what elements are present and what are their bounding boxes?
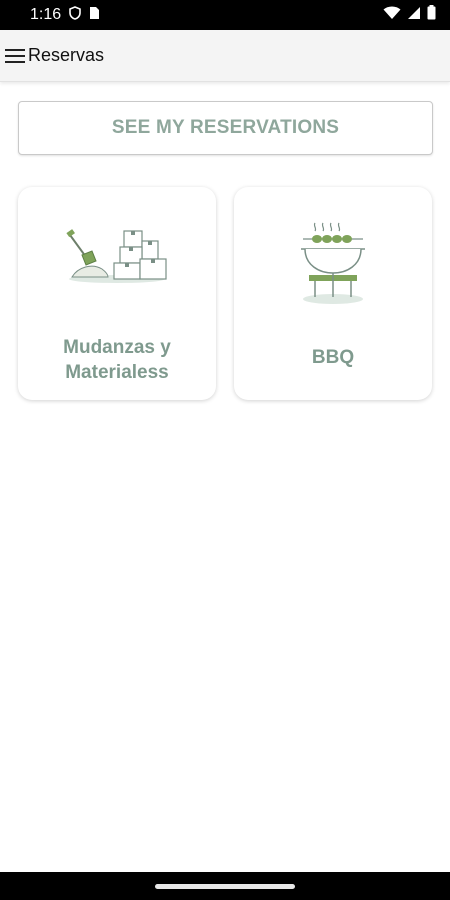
card-label: Mudanzas y Materialess: [63, 337, 171, 383]
shield-icon: [69, 5, 81, 25]
card-mudanzas[interactable]: Mudanzas y Materialess: [18, 187, 216, 400]
moving-boxes-shovel-icon: [18, 217, 216, 287]
app-bar: Reservas: [0, 30, 450, 82]
see-my-reservations-button[interactable]: SEE MY RESERVATIONS: [18, 101, 433, 155]
navigation-bar: [0, 872, 450, 900]
page-title: Reservas: [28, 45, 105, 65]
status-time: 1:16: [30, 6, 62, 23]
card-label: BBQ: [311, 347, 355, 368]
wifi-icon: [383, 6, 401, 25]
hamburger-menu-icon[interactable]: [4, 45, 26, 67]
signal-icon: [407, 6, 421, 25]
card-bbq[interactable]: BBQ: [234, 187, 432, 400]
bbq-grill-icon: [234, 217, 432, 307]
battery-icon: [427, 5, 436, 25]
home-gesture-handle[interactable]: [155, 883, 295, 889]
sim-card-icon: [89, 6, 100, 25]
status-bar: 1:16: [0, 0, 450, 30]
